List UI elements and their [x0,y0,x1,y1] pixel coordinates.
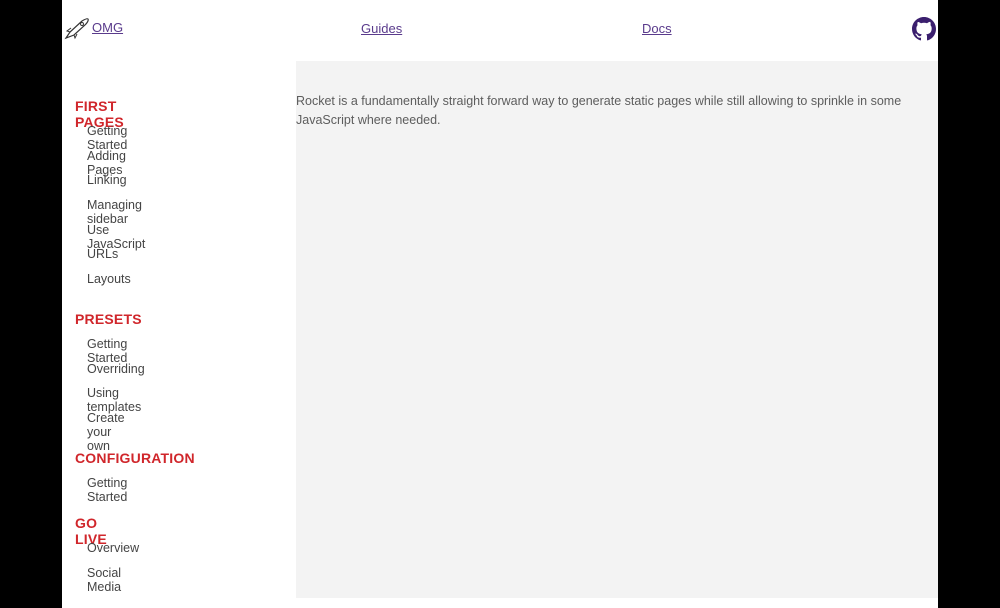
main-content: Rocket is a fundamentally straight forwa… [296,61,938,598]
sidebar-section-presets: PRESETS [75,311,142,327]
home-logo-link[interactable]: OMG [64,18,123,40]
nav-guides-link[interactable]: Guides [361,21,402,36]
page: OMG Guides Docs FIRST PAGES Getting Star… [62,0,938,608]
sidebar-item-using-templates[interactable]: Using templates [87,386,141,414]
sidebar-item-overriding[interactable]: Overriding [87,362,145,376]
sidebar-item-config-getting-started[interactable]: Getting Started [87,476,127,504]
intro-paragraph: Rocket is a fundamentally straight forwa… [296,94,902,127]
top-navigation: OMG Guides Docs [62,0,938,60]
github-icon[interactable] [912,17,936,41]
sidebar-section-configuration: CONFIGURATION [75,450,195,466]
sidebar-item-presets-getting-started[interactable]: Getting Started [87,337,127,365]
rocket-icon [64,18,89,40]
sidebar-item-layouts[interactable]: Layouts [87,272,131,286]
logo-text: OMG [92,20,124,35]
sidebar-item-getting-started[interactable]: Getting Started [87,124,127,152]
sidebar-item-urls[interactable]: URLs [87,247,118,261]
sidebar-item-managing-sidebar[interactable]: Managing sidebar [87,198,142,226]
sidebar-item-linking[interactable]: Linking [87,173,127,187]
sidebar-item-social-media[interactable]: Social Media [87,566,121,594]
nav-docs-link[interactable]: Docs [642,21,672,36]
sidebar-item-create-your-own[interactable]: Create your own [87,411,125,453]
sidebar-item-overview[interactable]: Overview [87,541,139,555]
